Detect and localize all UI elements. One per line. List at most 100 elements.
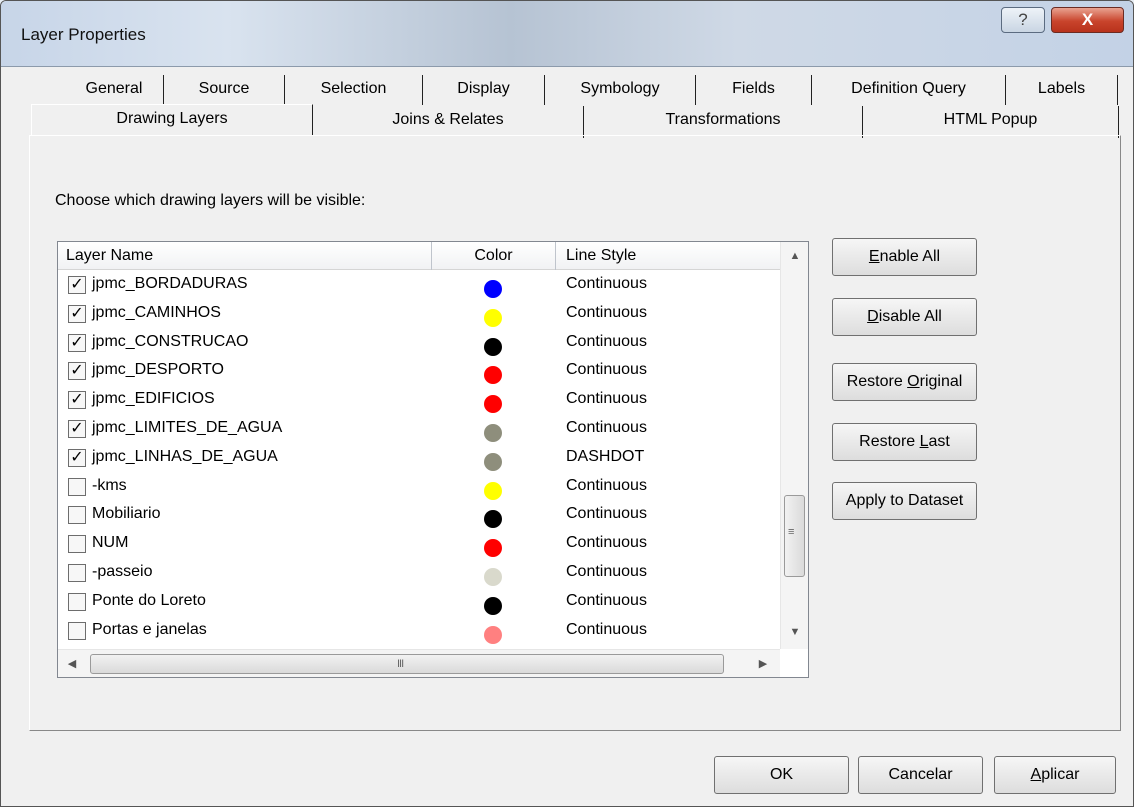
layer-color-swatch bbox=[484, 308, 502, 327]
grip-icon: ≡ bbox=[788, 526, 795, 538]
close-button[interactable]: X bbox=[1051, 7, 1124, 33]
tab-html-popup[interactable]: HTML Popup bbox=[863, 106, 1119, 138]
layer-color-swatch bbox=[484, 510, 502, 529]
layer-visibility-checkbox[interactable]: ✓ bbox=[68, 276, 86, 294]
tab-source[interactable]: Source bbox=[164, 75, 285, 105]
layer-name: -passeio bbox=[92, 563, 153, 580]
access-key: O bbox=[907, 373, 920, 390]
tab-symbology[interactable]: Symbology bbox=[545, 75, 696, 105]
vertical-scrollbar[interactable]: ▲ ≡ ▼ bbox=[780, 242, 808, 649]
layer-line-style: Continuous bbox=[566, 563, 647, 580]
restore-original-button[interactable]: Restore Original bbox=[832, 363, 977, 401]
access-key: D bbox=[867, 308, 879, 325]
layer-color-swatch bbox=[484, 481, 502, 500]
layer-color-swatch bbox=[484, 452, 502, 471]
layer-visibility-checkbox[interactable]: ✓ bbox=[68, 304, 86, 323]
layer-name: jpmc_LINHAS_DE_AGUA bbox=[92, 447, 278, 465]
layer-visibility-checkbox[interactable] bbox=[68, 506, 86, 525]
help-button[interactable]: ? bbox=[1001, 7, 1045, 33]
title-bar[interactable]: Layer Properties ? X bbox=[1, 1, 1133, 67]
layer-name: NUM bbox=[92, 534, 129, 552]
horizontal-scrollbar[interactable]: ◀ III ▶ bbox=[58, 649, 780, 677]
tab-display[interactable]: Display bbox=[423, 75, 545, 105]
button-label: Restore bbox=[846, 373, 908, 390]
layer-visibility-checkbox[interactable]: ✓ bbox=[68, 333, 86, 352]
tab-joins-relates[interactable]: Joins & Relates bbox=[313, 106, 584, 138]
button-label: OK bbox=[769, 766, 794, 783]
layer-row[interactable]: Ponte do Loreto Continuous bbox=[58, 589, 781, 618]
enable-all-button[interactable]: Enable All bbox=[832, 238, 977, 276]
ok-button[interactable]: OK bbox=[714, 756, 849, 794]
layer-line-style: Continuous bbox=[566, 620, 647, 638]
cancel-button[interactable]: Cancelar bbox=[858, 756, 983, 794]
access-key: A bbox=[1030, 766, 1042, 783]
tab-general[interactable]: General bbox=[65, 75, 164, 105]
apply-button[interactable]: Aplicar bbox=[994, 756, 1116, 794]
layer-visibility-checkbox[interactable] bbox=[68, 477, 86, 496]
layer-row[interactable]: ✓ jpmc_CONSTRUCAO Continuous bbox=[58, 330, 781, 359]
layer-row[interactable]: Portas e janelas Continuous bbox=[58, 618, 781, 647]
tab-definition-query[interactable]: Definition Query bbox=[812, 75, 1006, 105]
drawing-layers-list[interactable]: Layer Name Color Line Style ✓ jpmc_BORDAD… bbox=[57, 241, 809, 678]
layer-color-swatch bbox=[484, 337, 502, 356]
grip-icon: III bbox=[397, 658, 404, 670]
button-label: Restore bbox=[859, 433, 920, 450]
layer-visibility-checkbox[interactable]: ✓ bbox=[68, 362, 86, 381]
column-color[interactable]: Color bbox=[432, 242, 556, 270]
horizontal-scroll-thumb[interactable]: III bbox=[90, 654, 724, 674]
layer-name: -kms bbox=[92, 476, 127, 494]
layer-visibility-checkbox[interactable]: ✓ bbox=[68, 391, 86, 410]
scroll-up-icon[interactable]: ▲ bbox=[781, 250, 809, 262]
layer-name: Portas e janelas bbox=[92, 620, 207, 638]
layer-row[interactable]: ✓ jpmc_BORDADURAS Continuous bbox=[58, 272, 781, 301]
layer-line-style: Continuous bbox=[566, 303, 647, 321]
layer-color-swatch bbox=[484, 625, 502, 644]
tab-fields[interactable]: Fields bbox=[696, 75, 812, 105]
layer-color-swatch bbox=[484, 424, 502, 442]
layer-row[interactable]: ✓ jpmc_CAMINHOS Continuous bbox=[58, 301, 781, 330]
tab-transformations[interactable]: Transformations bbox=[584, 106, 863, 138]
layer-name: Ponte do Loreto bbox=[92, 591, 206, 609]
layer-name: jpmc_EDIFICIOS bbox=[92, 390, 215, 408]
layer-name: jpmc_DESPORTO bbox=[92, 361, 224, 379]
layer-row[interactable]: ✓ jpmc_DESPORTO Continuous bbox=[58, 358, 781, 387]
scroll-down-icon[interactable]: ▼ bbox=[781, 626, 809, 638]
layer-row[interactable]: ✓ jpmc_LIMITES_DE_AGUA Continuous bbox=[58, 416, 781, 445]
layer-row[interactable]: -passeio Continuous bbox=[58, 560, 781, 589]
layer-color-swatch bbox=[484, 596, 502, 615]
window-title: Layer Properties bbox=[21, 25, 146, 44]
layer-visibility-checkbox[interactable] bbox=[68, 621, 86, 640]
layer-visibility-checkbox[interactable] bbox=[68, 564, 86, 582]
column-layer-name[interactable]: Layer Name bbox=[58, 242, 432, 270]
disable-all-button[interactable]: Disable All bbox=[832, 298, 977, 336]
layer-row[interactable]: ✓ jpmc_LINHAS_DE_AGUA DASHDOT bbox=[58, 445, 781, 474]
apply-to-dataset-button[interactable]: Apply to Dataset bbox=[832, 482, 977, 520]
layer-row[interactable]: ✓ jpmc_EDIFICIOS Continuous bbox=[58, 387, 781, 416]
vertical-scroll-thumb[interactable]: ≡ bbox=[784, 495, 805, 577]
layer-row[interactable]: -kms Continuous bbox=[58, 474, 781, 503]
button-label: nable All bbox=[879, 248, 941, 265]
layer-line-style: Continuous bbox=[566, 534, 647, 552]
layer-row[interactable]: NUM Continuous bbox=[58, 531, 781, 560]
layer-name: jpmc_BORDADURAS bbox=[92, 275, 248, 292]
layer-visibility-checkbox[interactable]: ✓ bbox=[68, 448, 86, 467]
layer-name: jpmc_CONSTRUCAO bbox=[92, 332, 249, 350]
scroll-left-icon[interactable]: ◀ bbox=[64, 657, 80, 670]
button-label: plicar bbox=[1041, 766, 1080, 783]
button-label: ast bbox=[928, 433, 950, 450]
button-label: Apply to Dataset bbox=[845, 492, 964, 509]
tab-selection[interactable]: Selection bbox=[285, 75, 423, 105]
column-line-style[interactable]: Line Style bbox=[556, 242, 781, 270]
layer-visibility-checkbox[interactable]: ✓ bbox=[68, 420, 86, 438]
layer-name: jpmc_CAMINHOS bbox=[92, 303, 221, 321]
tab-drawing-layers[interactable]: Drawing Layers bbox=[31, 104, 313, 136]
layer-color-swatch bbox=[484, 539, 502, 558]
scroll-right-icon[interactable]: ▶ bbox=[755, 657, 771, 670]
restore-last-button[interactable]: Restore Last bbox=[832, 423, 977, 461]
layer-visibility-checkbox[interactable] bbox=[68, 592, 86, 611]
layer-color-swatch bbox=[484, 568, 502, 586]
tab-labels[interactable]: Labels bbox=[1006, 75, 1118, 105]
layer-visibility-checkbox[interactable] bbox=[68, 535, 86, 554]
close-icon: X bbox=[1081, 10, 1094, 29]
layer-row[interactable]: Mobiliario Continuous bbox=[58, 502, 781, 531]
